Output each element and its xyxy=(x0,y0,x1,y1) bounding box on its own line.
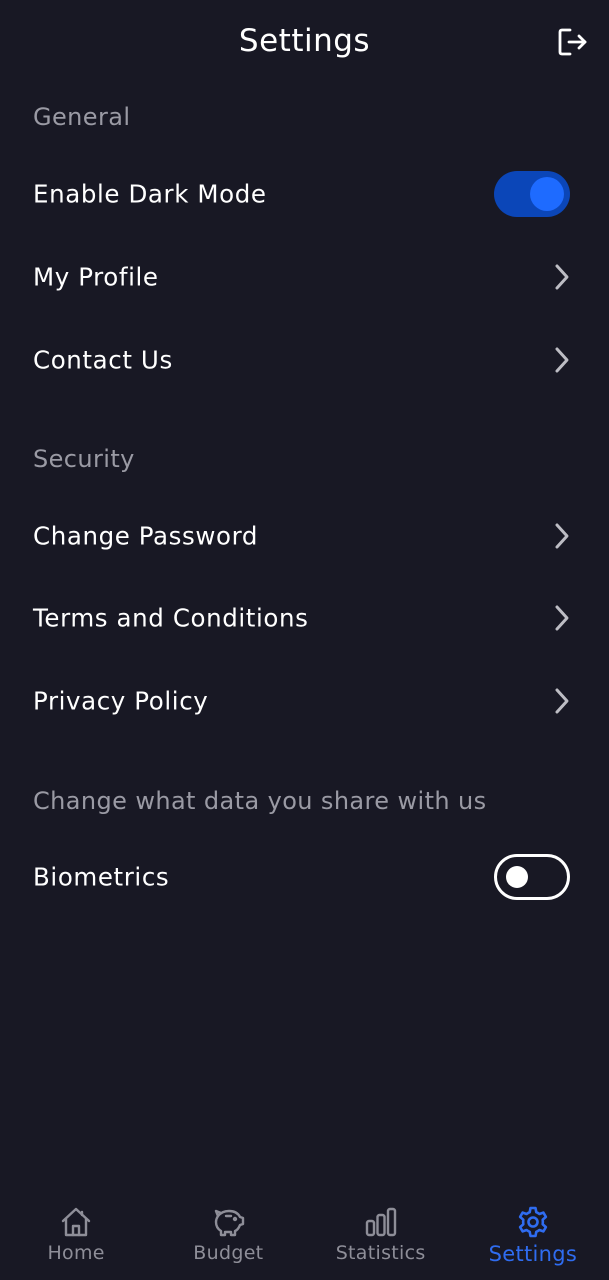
privacy-policy-row[interactable]: Privacy Policy xyxy=(0,669,609,733)
toggle-knob xyxy=(506,866,528,888)
nav-label-home: Home xyxy=(47,1242,105,1264)
privacy-policy-label: Privacy Policy xyxy=(33,686,209,716)
bottom-navigation: Home Budget Statistics Settings xyxy=(0,1190,609,1280)
dark-mode-label: Enable Dark Mode xyxy=(33,179,267,209)
contact-us-row[interactable]: Contact Us xyxy=(0,328,609,392)
change-password-label: Change Password xyxy=(33,521,259,551)
nav-label-statistics: Statistics xyxy=(335,1242,426,1264)
dark-mode-row: Enable Dark Mode xyxy=(0,162,609,226)
my-profile-row[interactable]: My Profile xyxy=(0,245,609,309)
chevron-right-icon xyxy=(555,688,569,714)
chevron-right-icon xyxy=(555,523,569,549)
nav-label-budget: Budget xyxy=(193,1242,264,1264)
nav-item-settings[interactable]: Settings xyxy=(457,1190,609,1280)
logout-icon xyxy=(558,28,587,56)
gear-icon xyxy=(518,1206,548,1238)
app-header: Settings xyxy=(0,0,609,84)
chevron-right-icon xyxy=(555,264,569,290)
terms-label: Terms and Conditions xyxy=(33,603,309,633)
section-label-general: General xyxy=(33,103,131,131)
contact-us-label: Contact Us xyxy=(33,345,173,375)
nav-item-statistics[interactable]: Statistics xyxy=(305,1190,457,1280)
nav-item-home[interactable]: Home xyxy=(0,1190,152,1280)
chevron-right-icon xyxy=(555,605,569,631)
dark-mode-toggle[interactable] xyxy=(494,171,570,217)
biometrics-row: Biometrics xyxy=(0,845,609,909)
biometrics-toggle[interactable] xyxy=(494,854,570,900)
nav-label-settings: Settings xyxy=(488,1242,578,1266)
logout-button[interactable] xyxy=(557,26,589,58)
piggy-bank-icon xyxy=(215,1209,245,1237)
terms-row[interactable]: Terms and Conditions xyxy=(0,586,609,650)
bar-chart-icon xyxy=(365,1207,396,1237)
page-title: Settings xyxy=(238,23,371,59)
biometrics-label: Biometrics xyxy=(33,862,170,892)
chevron-right-icon xyxy=(555,347,569,373)
my-profile-label: My Profile xyxy=(33,262,159,292)
home-icon xyxy=(61,1207,91,1237)
change-password-row[interactable]: Change Password xyxy=(0,504,609,568)
nav-item-budget[interactable]: Budget xyxy=(152,1190,304,1280)
section-label-data-sharing: Change what data you share with us xyxy=(33,787,487,815)
toggle-knob xyxy=(530,177,564,211)
section-label-security: Security xyxy=(33,445,135,473)
